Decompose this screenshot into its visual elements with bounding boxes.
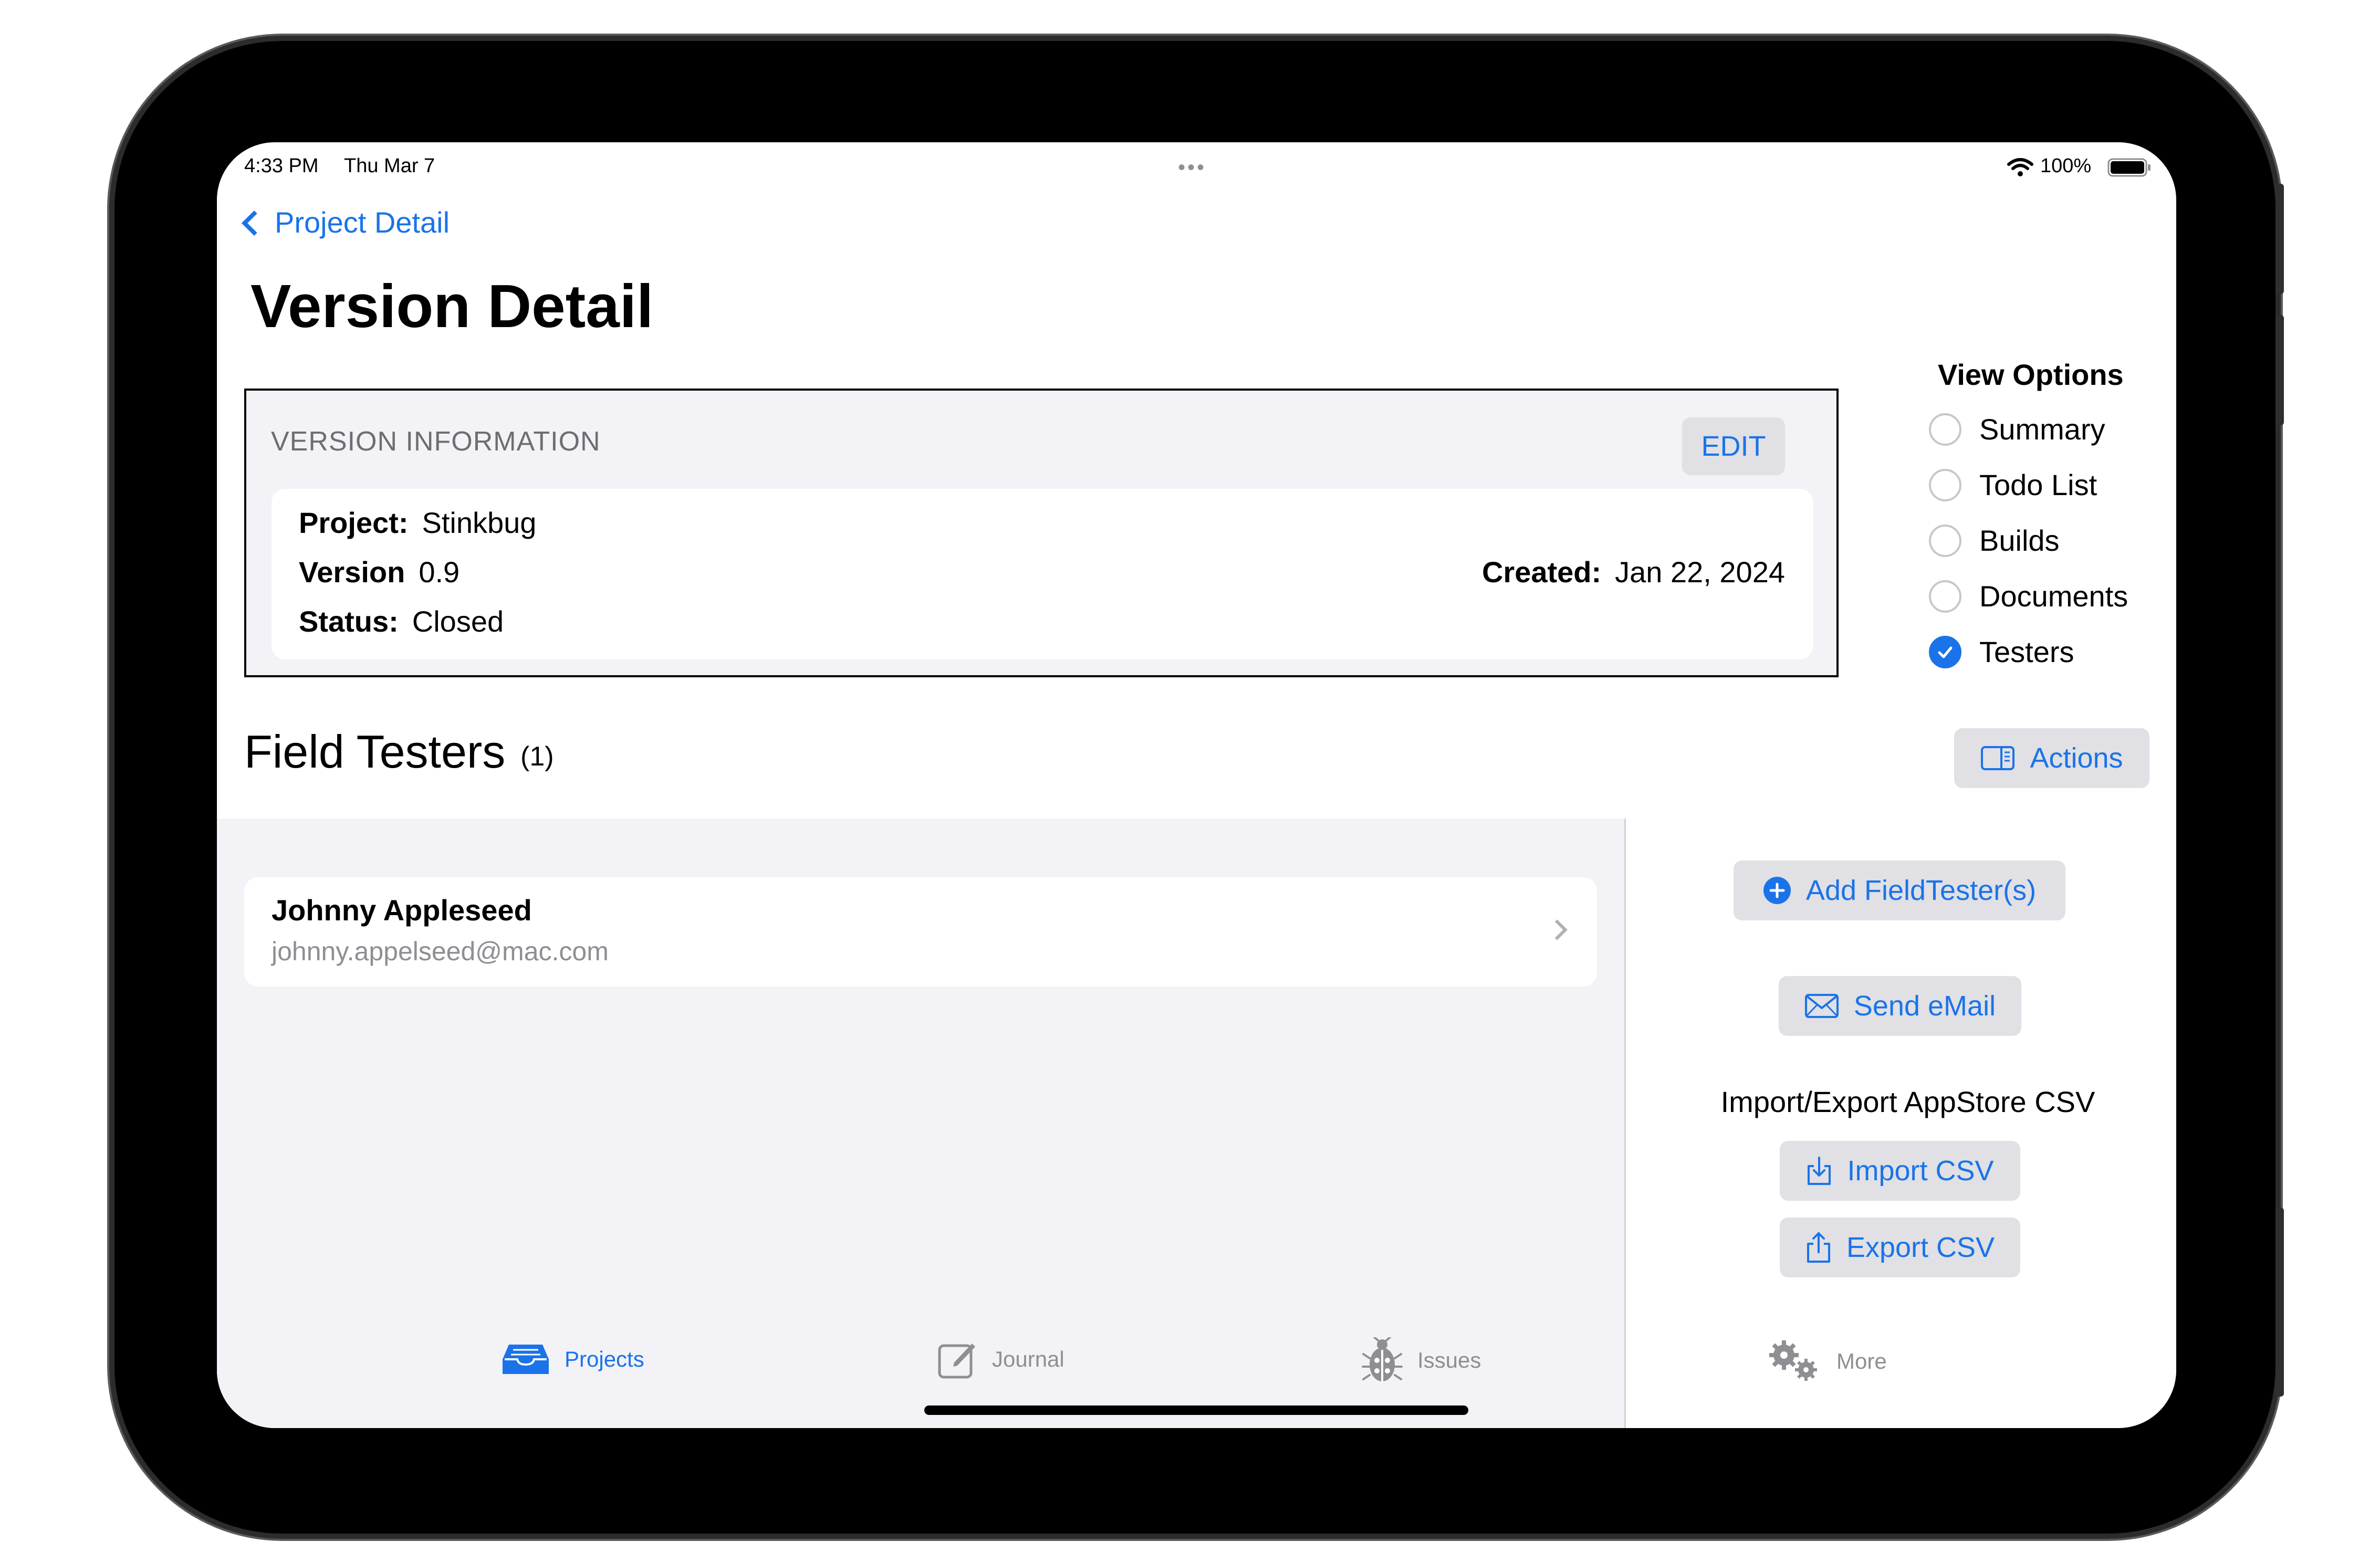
view-option-documents[interactable]: Documents xyxy=(1929,579,2128,613)
version-info-header: VERSION INFORMATION xyxy=(271,426,601,457)
battery-icon xyxy=(2107,157,2152,178)
tab-label: Journal xyxy=(992,1347,1064,1371)
tester-count: (1) xyxy=(520,741,554,772)
version-value: 0.9 xyxy=(419,555,460,589)
edit-button[interactable]: EDIT xyxy=(1682,417,1785,475)
status-row: Status: Closed xyxy=(299,604,504,638)
import-csv-button[interactable]: Import CSV xyxy=(1780,1141,2020,1201)
radio-icon xyxy=(1929,413,1961,446)
send-email-button[interactable]: Send eMail xyxy=(1779,976,2021,1036)
view-option-label: Builds xyxy=(1979,524,2060,557)
add-fieldtester-label: Add FieldTester(s) xyxy=(1805,875,2037,906)
project-label: Project: xyxy=(299,506,409,539)
project-value: Stinkbug xyxy=(422,506,537,539)
view-option-label: Summary xyxy=(1979,413,2105,446)
tab-issues[interactable]: Issues xyxy=(1362,1337,1481,1383)
tab-projects[interactable]: Projects xyxy=(502,1341,644,1377)
tray-arrow-down-icon xyxy=(1808,1157,1831,1185)
view-option-testers[interactable]: Testers xyxy=(1929,635,2074,669)
plus-circle-icon xyxy=(1763,877,1791,904)
add-fieldtester-button[interactable]: Add FieldTester(s) xyxy=(1734,861,2065,920)
view-option-builds[interactable]: Builds xyxy=(1929,523,2060,558)
volume-down-button xyxy=(2275,315,2284,425)
tester-name: Johnny Appleseed xyxy=(272,894,532,927)
screen: 4:33 PM Thu Mar 7 ••• 100% Project Detai… xyxy=(217,142,2176,1428)
radio-icon xyxy=(1929,524,1961,557)
export-csv-button[interactable]: Export CSV xyxy=(1780,1218,2020,1277)
status-label: Status: xyxy=(299,605,399,638)
power-button xyxy=(2275,1208,2284,1397)
wifi-icon xyxy=(2007,158,2034,177)
split-divider xyxy=(1624,819,1626,1428)
gears-icon xyxy=(1769,1340,1817,1381)
version-label: Version xyxy=(299,555,405,589)
export-csv-label: Export CSV xyxy=(1846,1232,1995,1263)
tab-label: More xyxy=(1836,1349,1887,1373)
multitasking-dots[interactable]: ••• xyxy=(1178,156,1206,180)
status-time: 4:33 PM xyxy=(244,155,319,177)
version-row: Version 0.9 xyxy=(299,555,460,589)
compose-icon xyxy=(938,1344,975,1379)
tab-more[interactable]: More xyxy=(1767,1339,1887,1383)
send-email-label: Send eMail xyxy=(1853,990,1996,1022)
view-option-label: Documents xyxy=(1979,580,2128,613)
share-icon xyxy=(1807,1232,1830,1263)
csv-section-label: Import/Export AppStore CSV xyxy=(1720,1085,2095,1118)
volume-up-button xyxy=(2275,184,2284,294)
version-info-card: Project: Stinkbug Version 0.9 Status: Close… xyxy=(272,489,1813,659)
ladybug-icon xyxy=(1362,1337,1403,1381)
actions-label: Actions xyxy=(2030,742,2123,774)
home-indicator[interactable] xyxy=(924,1405,1468,1415)
view-option-label: Testers xyxy=(1979,635,2074,668)
view-option-todo-list[interactable]: Todo List xyxy=(1929,468,2097,502)
created-value: Jan 22, 2024 xyxy=(1615,555,1785,589)
back-button[interactable]: Project Detail xyxy=(238,205,450,239)
checkmark-circle-icon xyxy=(1929,635,1961,668)
back-button-label: Project Detail xyxy=(275,206,450,239)
sidebar-right-icon xyxy=(1981,746,2015,770)
tray-icon xyxy=(503,1345,549,1374)
tab-journal[interactable]: Journal xyxy=(937,1339,1064,1379)
status-date: Thu Mar 7 xyxy=(344,155,435,177)
chevron-left-icon xyxy=(241,210,267,236)
status-value: Closed xyxy=(412,605,504,638)
tester-email: johnny.appelseed@mac.com xyxy=(272,937,609,966)
created-label: Created: xyxy=(1481,555,1602,589)
radio-icon xyxy=(1929,468,1961,501)
project-row: Project: Stinkbug xyxy=(299,506,536,540)
radio-icon xyxy=(1929,580,1961,613)
view-option-label: Todo List xyxy=(1979,468,2097,501)
section-title: Field Testers xyxy=(244,726,506,778)
import-csv-label: Import CSV xyxy=(1847,1155,1994,1187)
list-item[interactable]: Johnny Appleseed johnny.appelseed@mac.co… xyxy=(244,877,1597,987)
created-row: Created: Jan 22, 2024 xyxy=(1482,555,1785,589)
chevron-right-icon xyxy=(1547,919,1568,940)
envelope-icon xyxy=(1804,994,1839,1018)
battery-percentage: 100% xyxy=(2040,155,2092,177)
view-option-summary[interactable]: Summary xyxy=(1929,412,2105,446)
tab-label: Projects xyxy=(565,1347,644,1371)
actions-button[interactable]: Actions xyxy=(1954,728,2149,788)
view-options-title: View Options xyxy=(1938,358,2124,391)
page-title: Version Detail xyxy=(250,272,654,340)
tab-label: Issues xyxy=(1417,1348,1481,1372)
